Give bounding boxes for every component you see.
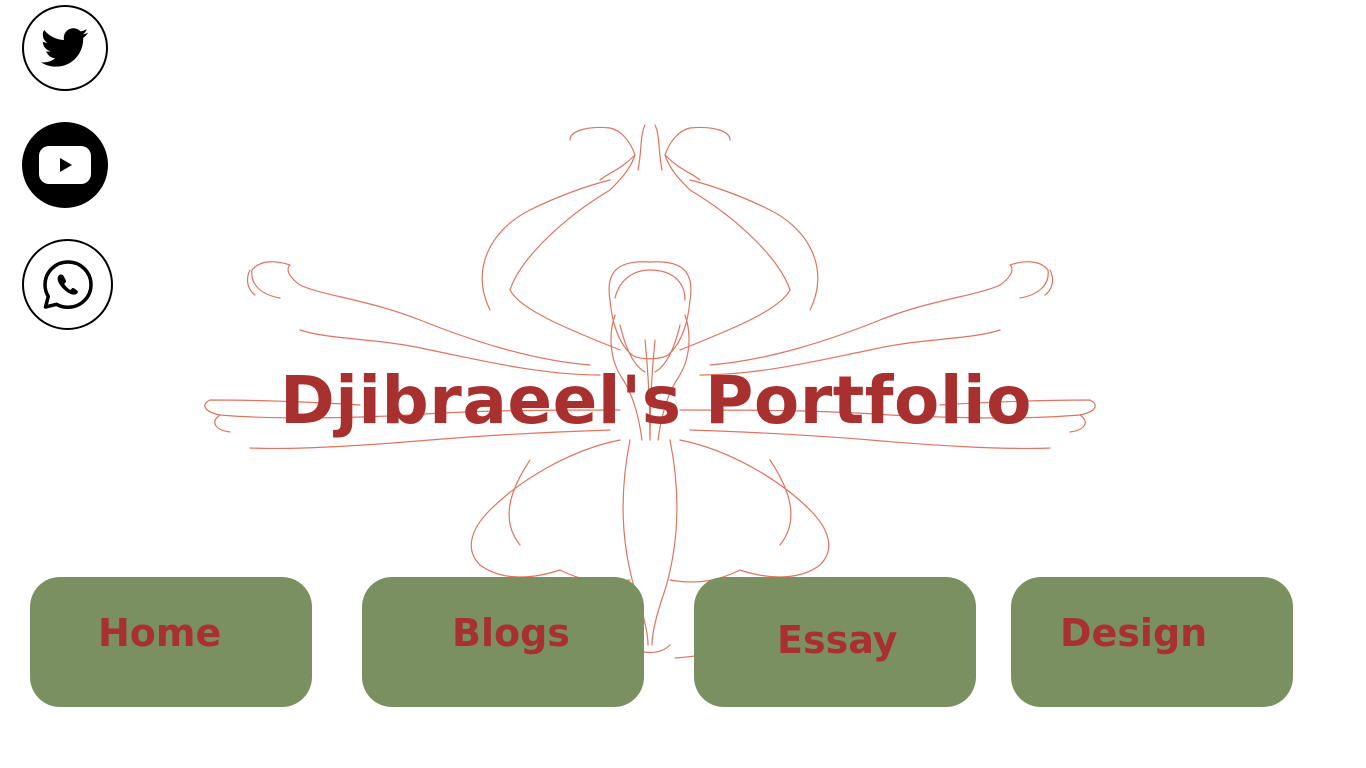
- twitter-bird-icon: [41, 28, 89, 67]
- blogs-button[interactable]: Blogs: [362, 577, 644, 707]
- home-button[interactable]: Home: [30, 577, 312, 707]
- whatsapp-phone-icon: [42, 259, 93, 309]
- essay-button[interactable]: Essay: [694, 577, 976, 707]
- essay-button-label: Essay: [777, 618, 898, 662]
- portfolio-page: Djibraeel's Portfolio Home Blogs Essay D…: [0, 0, 1366, 768]
- page-title: Djibraeel's Portfolio: [280, 362, 1032, 439]
- whatsapp-icon[interactable]: [22, 239, 113, 330]
- home-button-label: Home: [98, 611, 222, 655]
- design-button[interactable]: Design: [1011, 577, 1293, 707]
- twitter-icon[interactable]: [22, 5, 108, 91]
- design-button-label: Design: [1060, 611, 1208, 655]
- blogs-button-label: Blogs: [452, 611, 570, 655]
- youtube-play-icon: [39, 146, 91, 184]
- youtube-icon[interactable]: [22, 122, 108, 208]
